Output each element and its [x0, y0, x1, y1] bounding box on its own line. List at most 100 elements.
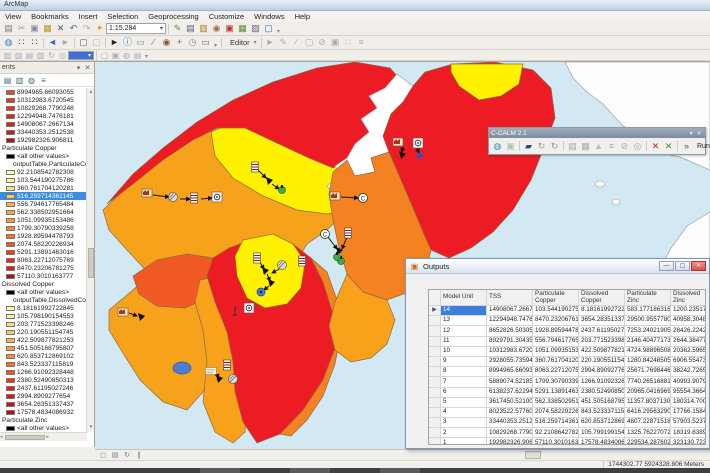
menu-selection[interactable]: Selection [102, 12, 143, 21]
layout-data-icon[interactable]: ◍ [121, 50, 132, 60]
identify-icon[interactable]: ⓘ [121, 37, 134, 49]
row-header[interactable] [429, 377, 441, 386]
delete-icon[interactable]: ✕ [54, 23, 67, 35]
legend-item[interactable]: 2994.8909277654 [0, 392, 87, 400]
table-row[interactable]: 128652826.503053..1928.895944787..2437.6… [429, 326, 705, 336]
cell[interactable]: 8994965.660930.. [487, 367, 533, 376]
ccalm-reload-icon[interactable]: ↻ [548, 140, 561, 153]
scroll-left-icon[interactable]: ◂ [0, 434, 3, 440]
cell[interactable]: 422.5098778212.. [579, 347, 625, 356]
cell[interactable]: 40958.30486963.. [671, 316, 706, 325]
cell[interactable]: 8 [441, 367, 487, 376]
legend-item[interactable]: 10829268.7790248 [0, 104, 87, 112]
cell[interactable]: 203.7715233982.. [579, 337, 625, 346]
cell[interactable]: 2644.384774285.. [671, 337, 706, 346]
table-row[interactable]: 210829268.77902..92.21086427823..105.799… [429, 428, 705, 438]
cell[interactable]: 4 [441, 408, 487, 417]
legend-item[interactable]: 8994965.66093055 [0, 88, 87, 96]
undo-icon[interactable]: ↶ [67, 23, 80, 35]
legend-item[interactable]: 17578.4834086932 [0, 408, 87, 416]
clear-selection-icon[interactable]: ▢ [90, 37, 103, 49]
cell[interactable]: 843.5233371158.. [579, 408, 625, 417]
cell[interactable]: 556.7946177654.. [533, 337, 579, 346]
legend-item[interactable]: 5291.13891463016 [0, 248, 87, 256]
georef-link-icon[interactable]: ▥ [35, 50, 46, 60]
ccalm-edit-icon[interactable]: ▣ [504, 140, 517, 153]
row-header[interactable] [429, 367, 441, 376]
cell[interactable]: 4807.228715186.. [625, 418, 671, 427]
taskbar-item[interactable] [380, 468, 420, 473]
map-symbol-factory[interactable] [142, 189, 152, 197]
georef-rotate-icon[interactable]: ↻ [46, 50, 57, 60]
legend-item[interactable]: <all other values> [0, 288, 87, 296]
menu-help[interactable]: Help [290, 12, 315, 21]
close-button[interactable]: ✕ [691, 261, 706, 271]
cell[interactable]: 4724.988965087.. [625, 347, 671, 356]
cell[interactable]: 1266.910923284.. [579, 377, 625, 386]
cell[interactable]: 2380.524908503.. [579, 388, 625, 397]
cell[interactable]: 5291.138914630.. [533, 388, 579, 397]
cell[interactable]: 451.5051687958.. [579, 398, 625, 407]
cell[interactable]: 2146.404771733.. [625, 337, 671, 346]
fixed-zoom-in-icon[interactable]: ∷ [15, 37, 28, 49]
row-header[interactable] [429, 347, 441, 356]
legend-item[interactable]: 1051.09935153486 [0, 216, 87, 224]
legend-item[interactable]: 3654.28351337437 [0, 400, 87, 408]
legend-item[interactable]: 8470.23206781275 [0, 264, 87, 272]
cell[interactable]: 1280.8424850536 [625, 357, 671, 366]
go-to-xy-icon[interactable]: + [173, 37, 186, 49]
cell[interactable]: 10829268.77902.. [487, 428, 533, 437]
cell[interactable]: 13 [441, 316, 487, 325]
column-header[interactable]: Particulate Copper [533, 290, 579, 305]
legend-item[interactable]: 422.509877821253 [0, 336, 87, 344]
table-row[interactable]: 66138237.62294165291.138914630..2380.524… [429, 388, 705, 398]
map-symbol-grid[interactable] [252, 162, 259, 172]
menu-geoprocessing[interactable]: Geoprocessing [143, 12, 203, 21]
legend-item[interactable]: 103.544190275786 [0, 176, 87, 184]
cell[interactable]: 7253.240219050.. [625, 326, 671, 335]
table-of-contents-icon[interactable]: ▤ [184, 23, 197, 35]
cell[interactable]: 57110.30101637.. [533, 438, 579, 445]
cell[interactable]: 10312983.67205.. [487, 347, 533, 356]
scrollbar-thumb[interactable] [5, 435, 45, 440]
legend-item[interactable]: 451.505168795807 [0, 344, 87, 352]
ccalm-attach-icon[interactable]: ⊘ [618, 140, 631, 153]
legend-item[interactable]: 2074.58220226934 [0, 240, 87, 248]
legend-item[interactable]: 8.18161992722845 [0, 304, 87, 312]
cell[interactable]: 1799.307903392.. [533, 377, 579, 386]
list-by-visibility-icon[interactable]: ◍ [26, 75, 37, 86]
legend-group-heading[interactable]: Particulate Copper [0, 144, 87, 152]
modelbuilder-icon[interactable]: ▦ [236, 23, 249, 35]
table-row[interactable]: 333440353.25125..516.2597143611..620.853… [429, 418, 705, 428]
legend-field-name[interactable]: outputTable.DissolvedCo [0, 296, 87, 304]
column-header[interactable]: Dissolved Copper [579, 290, 625, 305]
layout-refresh-icon[interactable]: ▣ [110, 50, 121, 60]
cell[interactable]: 8652826.503053.. [487, 326, 533, 335]
legend-item[interactable]: 14908067.2667134 [0, 120, 87, 128]
cell[interactable]: 3 [441, 418, 487, 427]
ccalm-list-icon[interactable]: ≡ [605, 140, 618, 153]
cell[interactable]: 92.21086427823.. [533, 428, 579, 437]
edit-line-icon[interactable]: ∕ [290, 37, 303, 49]
ccalm-layers-icon[interactable]: ▰ [522, 140, 535, 153]
column-header[interactable]: Model Unit [441, 290, 487, 305]
time-slider-icon[interactable]: ◷ [186, 37, 199, 49]
edit-split-icon[interactable]: ⊘ [316, 37, 329, 49]
cell[interactable]: 95554.36643795.. [671, 388, 706, 397]
legend-item[interactable]: 10312983.6720545 [0, 96, 87, 104]
select-features-icon[interactable]: ▢ [77, 37, 90, 49]
cell[interactable]: 12294948.74761.. [487, 316, 533, 325]
cell[interactable]: 2928055.735941.. [487, 357, 533, 366]
cell[interactable]: 103.5441902757.. [533, 306, 579, 315]
layout-view-button[interactable]: ▤ [109, 451, 121, 460]
column-header[interactable]: TSS [487, 290, 533, 305]
map-symbol-target[interactable] [413, 138, 423, 148]
editor-toolbar-icon[interactable]: ✎ [171, 23, 184, 35]
toolbar-overflow-icon[interactable]: ▾ [214, 42, 217, 49]
chevron-down-icon[interactable]: ▾ [160, 25, 163, 32]
legend-field-name[interactable]: outputTable.ParticulateCo [0, 160, 87, 168]
edit-polygon-icon[interactable]: ▢ [303, 37, 316, 49]
map-symbol-factory[interactable] [330, 192, 340, 200]
cell[interactable]: 8063.227120757.. [533, 367, 579, 376]
menu-windows[interactable]: Windows [249, 12, 289, 21]
